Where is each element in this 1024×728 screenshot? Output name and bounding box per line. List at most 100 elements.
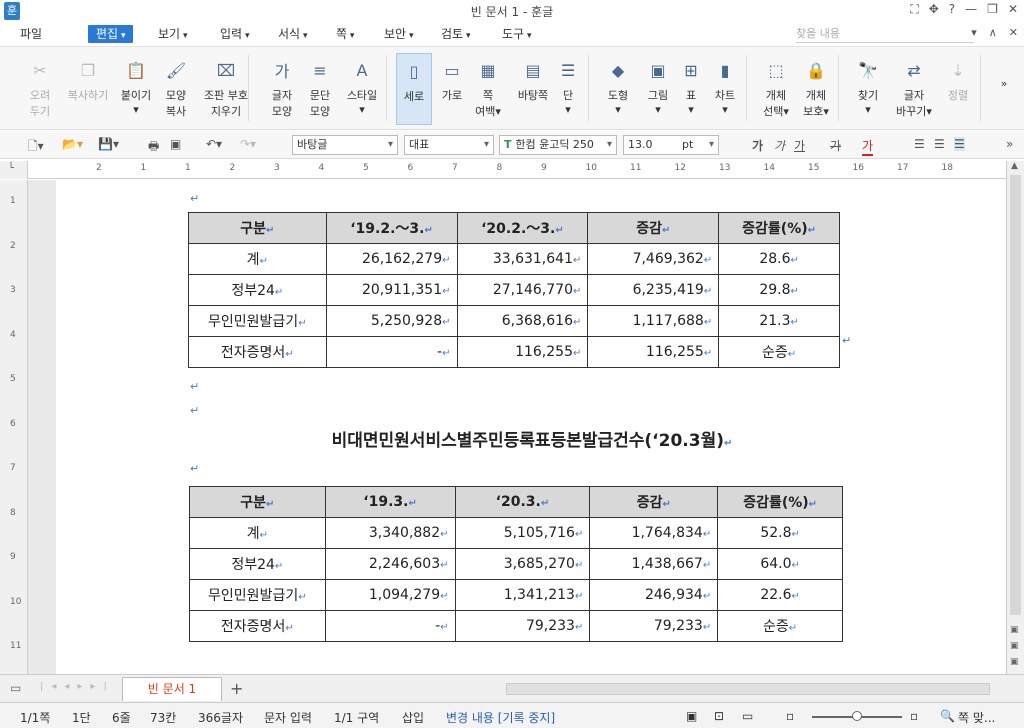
tab-nav-icon[interactable]: |◂◂▸▸|: [40, 681, 115, 692]
ribbon-button-object-protect[interactable]: 🔒 개체 보호▾: [798, 53, 834, 119]
ribbon-button-scissors[interactable]: ✂ 오려 두기: [20, 53, 60, 119]
ribbon-button-char-shape[interactable]: 가 글자 모양: [264, 53, 300, 119]
new-document-icon[interactable]: 🗋▾: [28, 137, 44, 158]
menu-item-2[interactable]: 보기 ▾: [158, 25, 187, 43]
ribbon-button-shape[interactable]: ◆ 도형 ▾: [600, 53, 636, 117]
page-view-icon[interactable]: ▭: [742, 709, 753, 723]
vertical-scrollbar[interactable]: ▲ ▣ ▣ ▣: [1006, 161, 1024, 674]
table-header-cell[interactable]: ‘20.3.↵: [454, 486, 591, 518]
table-cell[interactable]: -↵: [325, 336, 458, 368]
menu-item-4[interactable]: 서식 ▾: [278, 25, 307, 43]
pin-icon[interactable]: ✥: [929, 2, 939, 17]
status-track-changes[interactable]: 변경 내용 [기록 중지]: [446, 709, 555, 726]
status-insert-mode[interactable]: 삽입: [402, 709, 424, 726]
close-doc-icon[interactable]: ✕: [1009, 26, 1018, 39]
italic-button[interactable]: 가: [774, 137, 785, 154]
table-header-cell[interactable]: ‘20.2.～3.↵: [456, 212, 589, 244]
table-cell[interactable]: 26,162,279↵: [325, 243, 458, 275]
page-up-icon[interactable]: ▣: [1010, 625, 1019, 635]
zoom-level[interactable]: 쪽 맞...: [958, 709, 995, 726]
table-cell[interactable]: 64.0↵: [717, 548, 843, 580]
font-select[interactable]: T 한컴 윤고딕 250: [499, 135, 617, 155]
width-view-icon[interactable]: ⊡: [714, 709, 724, 723]
table-cell[interactable]: 7,469,362↵: [587, 243, 720, 275]
ribbon-button-clear-codes[interactable]: ⌧ 조판 부호 지우기: [196, 53, 256, 119]
collapse-ribbon-icon[interactable]: ∧: [989, 26, 997, 39]
table-header-cell[interactable]: 증감↵: [589, 486, 719, 518]
table-cell[interactable]: 20,911,351↵: [325, 274, 458, 306]
zoom-slider-handle[interactable]: [852, 711, 862, 721]
ribbon-button-paste[interactable]: 📋 붙이기 ▾: [116, 53, 156, 117]
table-cell[interactable]: 전자증명서↵: [189, 610, 326, 642]
vertical-ruler[interactable]: 1 2 3 4 5 6 7 8 9 10 11: [0, 180, 28, 674]
view-mode-icon[interactable]: ▭: [10, 681, 21, 695]
table-cell[interactable]: 계↵: [188, 243, 327, 275]
close-button[interactable]: ✕: [1008, 2, 1018, 17]
table-cell[interactable]: 1,117,688↵: [587, 305, 720, 337]
zoom-in-icon[interactable]: ▫: [910, 709, 918, 723]
menu-item-1[interactable]: 편집 ▾: [88, 25, 134, 43]
ribbon-button-format-painter[interactable]: 🖌 모양 복사: [158, 53, 194, 119]
ribbon-button-picture[interactable]: ▣ 그림 ▾: [640, 53, 676, 117]
print-icon[interactable]: 🖶: [148, 137, 159, 158]
table-header-cell[interactable]: 구분↵: [188, 212, 327, 244]
horizontal-ruler[interactable]: 2 1 1 2 3 4 5 6 7 8 9 10 11 12 13 14 15 16 17 18: [28, 161, 1006, 179]
page-prev-icon[interactable]: ▣: [1010, 641, 1019, 651]
tab-blank-doc-1[interactable]: 빈 문서 1: [122, 677, 222, 701]
table-cell[interactable]: 6,368,616↵: [456, 305, 589, 337]
undo-icon[interactable]: ↶▾: [206, 137, 222, 151]
strikethrough-button[interactable]: 가: [830, 137, 841, 154]
zoom-out-icon[interactable]: ▫: [786, 709, 794, 723]
table-cell[interactable]: 52.8↵: [717, 517, 843, 549]
ribbon-button-sort[interactable]: ⇣ 정렬: [940, 53, 976, 103]
ribbon-button-para-shape[interactable]: ≡ 문단 모양: [302, 53, 338, 119]
font-size-input[interactable]: 13.0 pt: [623, 135, 719, 155]
menu-item-5[interactable]: 쪽 ▾: [336, 25, 354, 43]
table-cell[interactable]: 29.8↵: [718, 274, 840, 306]
preview-icon[interactable]: ▣: [170, 137, 181, 151]
save-icon[interactable]: 💾▾: [98, 137, 119, 151]
scroll-thumb[interactable]: [1010, 175, 1021, 615]
ribbon-button-portrait[interactable]: ▯ 세로: [396, 53, 432, 125]
ribbon-button-replace[interactable]: ⇄ 글자 바꾸기▾: [892, 53, 936, 119]
table-cell[interactable]: 6,235,419↵: [587, 274, 720, 306]
table-cell[interactable]: 33,631,641↵: [456, 243, 589, 275]
ribbon-button-columns[interactable]: ☰ 단 ▾: [550, 53, 586, 117]
data-table-2[interactable]: 구분↵ ‘19.3.↵ ‘20.3.↵ 증감↵ 증감률(%)↵ 계↵ 3,340,882↵ 5…: [189, 486, 843, 642]
align-distribute-icon[interactable]: ☰: [954, 137, 965, 151]
ribbon-button-copy[interactable]: ❐ 복사하기: [62, 53, 114, 103]
restore-button[interactable]: ❐: [987, 2, 998, 17]
style-select[interactable]: 바탕글: [292, 135, 398, 155]
search-input[interactable]: 찾을 내용: [796, 25, 974, 43]
ribbon-button-landscape[interactable]: ▭ 가로: [434, 53, 470, 103]
menu-item-0[interactable]: 파일: [20, 25, 42, 43]
table-cell[interactable]: 21.3↵: [718, 305, 840, 337]
table-cell[interactable]: 27,146,770↵: [456, 274, 589, 306]
editor-area[interactable]: ↵ 구분↵ ‘19.2.～3.↵ ‘20.2.～3.↵ 증감↵ 증감률(%)↵ 계↵ 26,…: [28, 180, 1006, 674]
table-header-cell[interactable]: ‘19.2.～3.↵: [325, 212, 458, 244]
menu-item-7[interactable]: 검토 ▾: [441, 25, 470, 43]
table-cell[interactable]: 79,233↵: [589, 610, 719, 642]
zoom-icon[interactable]: 🔍: [940, 709, 955, 723]
status-page[interactable]: 1/1쪽: [20, 709, 50, 726]
search-dropdown-icon[interactable]: ▾: [971, 26, 977, 39]
page-next-icon[interactable]: ▣: [1010, 657, 1019, 667]
table-cell[interactable]: 5,250,928↵: [325, 305, 458, 337]
scroll-up-icon[interactable]: ▲: [1011, 161, 1018, 171]
data-table-1[interactable]: 구분↵ ‘19.2.～3.↵ ‘20.2.～3.↵ 증감↵ 증감률(%)↵ 계↵ 26,16…: [188, 212, 840, 368]
table-cell[interactable]: 무인민원발급기↵: [188, 305, 327, 337]
ribbon-button-object-select[interactable]: ⬚ 개체 선택▾: [758, 53, 794, 119]
align-justify-icon[interactable]: ☰: [914, 137, 925, 151]
table-cell[interactable]: 246,934↵: [589, 579, 719, 611]
add-tab-button[interactable]: +: [230, 679, 243, 698]
table-cell[interactable]: 1,764,834↵: [589, 517, 719, 549]
table-cell[interactable]: 5,105,716↵: [454, 517, 591, 549]
tab-type-icon[interactable]: └: [8, 163, 14, 174]
align-left-icon[interactable]: ☰: [934, 137, 945, 151]
bold-button[interactable]: 가: [752, 137, 763, 154]
table-cell[interactable]: 1,341,213↵: [454, 579, 591, 611]
menu-item-3[interactable]: 입력 ▾: [220, 25, 249, 43]
table-header-cell[interactable]: 증감률(%)↵: [718, 212, 840, 244]
menu-item-8[interactable]: 도구 ▾: [502, 25, 531, 43]
font-color-button[interactable]: 가: [862, 137, 874, 156]
